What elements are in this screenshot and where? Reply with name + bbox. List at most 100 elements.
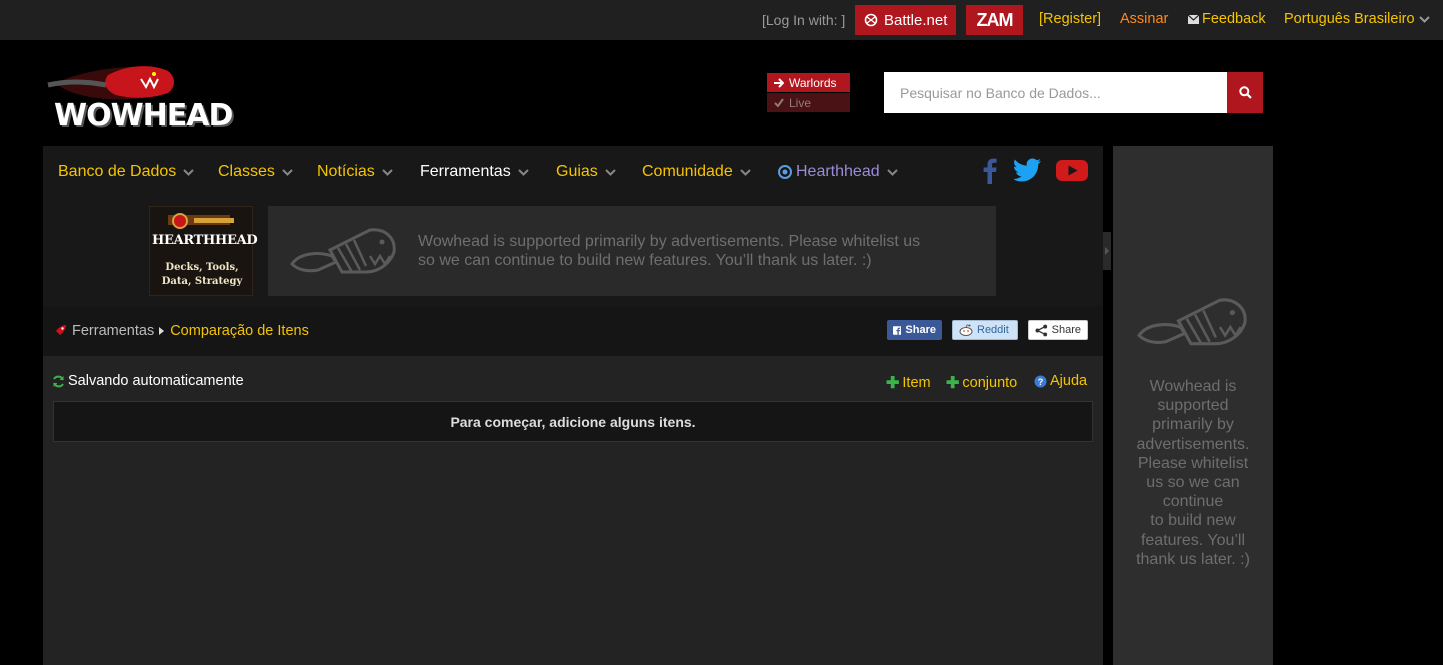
chevron-down-icon [605, 168, 616, 176]
add-set-label: conjunto [962, 375, 1018, 391]
nav-label: Hearthhead [796, 163, 880, 180]
nav-item-hearthhead[interactable]: Hearthhead [778, 163, 898, 181]
facebook-share-label: Share [905, 324, 936, 336]
version-switcher[interactable]: Warlords Live [767, 73, 850, 113]
feedback-label: Feedback [1202, 11, 1266, 27]
chevron-down-icon [740, 168, 751, 176]
search-icon [1238, 86, 1252, 99]
battlenet-label: Battle.net [884, 11, 948, 29]
reddit-icon [959, 324, 973, 336]
chevron-down-icon [886, 168, 898, 176]
hearthhead-banner[interactable]: HEARTHHEAD Decks, Tools, Data, Strategy [149, 206, 258, 296]
chevron-down-icon [282, 168, 293, 176]
nav-label: Ferramentas [420, 163, 511, 180]
live-label: Live [789, 95, 812, 110]
shark-logo-icon [1137, 298, 1247, 346]
chevron-down-icon [382, 168, 393, 176]
nav-item-noticias[interactable]: Notícias [317, 163, 393, 181]
sidebar-ad-line: advertisements. [1136, 435, 1250, 453]
youtube-icon[interactable] [1056, 158, 1088, 182]
version-warlords[interactable]: Warlords [767, 73, 850, 92]
hearthhead-icon [778, 165, 792, 179]
refresh-icon [53, 375, 64, 387]
nav-item-classes[interactable]: Classes [218, 163, 293, 181]
ad-support-message: Wowhead is supported primarily by advert… [418, 232, 978, 270]
language-selector[interactable]: Português Brasileiro [1284, 11, 1430, 27]
nav-item-comunidade[interactable]: Comunidade [642, 163, 751, 181]
share-icon [1035, 324, 1048, 336]
sidebar-ad-line: primarily by [1152, 416, 1234, 434]
empty-comparison-message: Para começar, adicione alguns itens. [53, 401, 1093, 442]
svg-text:?: ? [1038, 377, 1044, 387]
nav-item-guias[interactable]: Guias [556, 163, 616, 181]
ad-text-line: Wowhead is supported primarily by advert… [418, 233, 921, 250]
empty-message-text: Para começar, adicione alguns itens. [450, 413, 696, 430]
tool-header: Salvando automaticamente ✚ Item ✚ conjun… [43, 356, 1103, 401]
nav-label: Notícias [317, 163, 375, 180]
sidebar-ad-line: supported [1157, 397, 1229, 415]
battlenet-login-button[interactable]: Battle.net [855, 5, 956, 35]
help-label: Ajuda [1050, 373, 1088, 389]
hearthhead-banner-subtitle: Decks, Tools, Data, Strategy [152, 261, 252, 289]
nav-label: Comunidade [642, 163, 733, 180]
help-icon: ? [1034, 375, 1047, 387]
caret-right-icon [1105, 247, 1109, 255]
sidebar-ad-line: Wowhead is [1149, 378, 1237, 395]
rocket-icon [55, 325, 66, 336]
breadcrumb-current[interactable]: Comparação de Itens [170, 323, 309, 339]
autosave-status[interactable]: Salvando automaticamente [52, 373, 244, 389]
twitter-icon[interactable] [1014, 158, 1042, 182]
breadcrumb-parent[interactable]: Ferramentas [72, 323, 154, 339]
battlenet-icon [864, 13, 878, 27]
sidebar-ad-line: Please whitelist [1137, 454, 1249, 472]
zam-login-button[interactable]: ZAM [966, 5, 1023, 35]
reddit-share-button[interactable]: Reddit [952, 320, 1018, 340]
add-set-button[interactable]: ✚ conjunto [946, 373, 1017, 393]
help-button[interactable]: ? Ajuda [1034, 373, 1087, 389]
check-icon [774, 98, 784, 107]
sidebar-ad-line: features. You’ll [1140, 531, 1246, 549]
sidebar-ad-line: us so we can [1146, 474, 1240, 492]
ad-text-line: so we can continue to build new features… [418, 252, 872, 269]
version-live[interactable]: Live [767, 93, 850, 112]
sidebar-ad-line: continue [1162, 493, 1224, 511]
register-link[interactable]: [Register] [1039, 11, 1101, 27]
nav-label: Guias [556, 163, 598, 180]
nav-item-banco-de-dados[interactable]: Banco de Dados [58, 163, 195, 181]
shark-logo-icon [290, 228, 396, 274]
share-button[interactable]: Share [1028, 320, 1088, 340]
sidebar-ad-message: Wowhead is supported primarily by advert… [1123, 377, 1263, 569]
facebook-icon[interactable] [981, 158, 997, 184]
zam-label: ZAM [976, 9, 1014, 30]
chevron-down-icon [183, 168, 195, 176]
hearthhead-banner-sub-line: Decks, Tools, [165, 262, 239, 273]
plus-icon: ✚ [886, 375, 900, 392]
facebook-share-button[interactable]: Share [887, 320, 942, 340]
ad-placeholder-banner: Wowhead is supported primarily by advert… [268, 206, 996, 296]
breadcrumb-bar: Ferramentas Comparação de Itens Share Re… [43, 306, 1103, 356]
language-label: Português Brasileiro [1284, 11, 1415, 27]
ad-row: HEARTHHEAD Decks, Tools, Data, Strategy … [43, 196, 1103, 306]
caret-right-icon [159, 327, 165, 335]
reddit-share-label: Reddit [977, 324, 1009, 336]
search-button[interactable] [1227, 72, 1263, 113]
envelope-icon [1188, 14, 1199, 24]
chevron-down-icon [517, 168, 529, 176]
nav-item-ferramentas[interactable]: Ferramentas [420, 163, 529, 181]
main-content: Banco de Dados Classes Notícias Ferramen… [43, 146, 1103, 665]
sidebar-ad-line: thank us later. :) [1136, 550, 1250, 568]
sidebar-collapse-handle[interactable] [1103, 232, 1111, 270]
add-item-label: Item [902, 375, 931, 391]
breadcrumb: Ferramentas Comparação de Itens [53, 323, 309, 339]
feedback-link[interactable]: Feedback [1188, 11, 1266, 27]
add-item-button[interactable]: ✚ Item [886, 373, 931, 393]
hearthhead-banner-sub-line: Data, Strategy [161, 276, 243, 287]
main-nav: Banco de Dados Classes Notícias Ferramen… [43, 146, 1103, 196]
search-input[interactable] [884, 72, 1227, 113]
sidebar-ad: Wowhead is supported primarily by advert… [1113, 146, 1273, 665]
share-label: Share [1051, 324, 1081, 336]
login-with-label: [Log In with: ] [762, 12, 846, 28]
sidebar-ad-line: to build new [1150, 512, 1236, 530]
assinar-link[interactable]: Assinar [1120, 11, 1168, 27]
plus-icon: ✚ [946, 375, 960, 392]
